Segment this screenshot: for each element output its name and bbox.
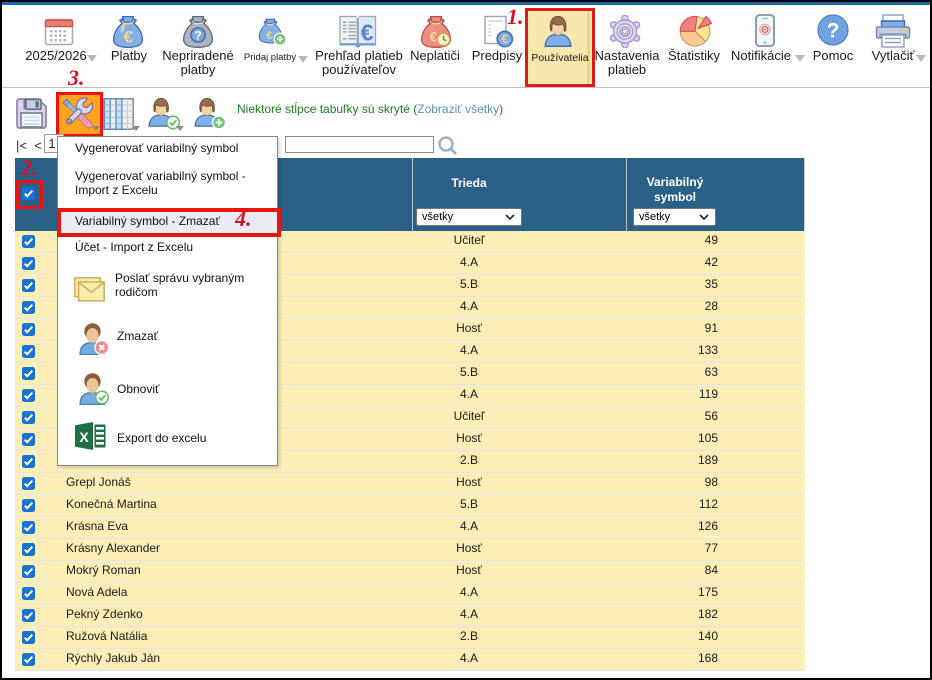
svg-text:?: ? xyxy=(827,20,840,43)
svg-text:?: ? xyxy=(194,29,201,43)
svg-text:€: € xyxy=(501,32,508,46)
svg-text:X: X xyxy=(79,429,89,445)
svg-text:€: € xyxy=(266,30,272,42)
svg-text:€: € xyxy=(361,20,374,46)
svg-text:€: € xyxy=(430,29,438,45)
svg-text:€: € xyxy=(124,28,134,47)
